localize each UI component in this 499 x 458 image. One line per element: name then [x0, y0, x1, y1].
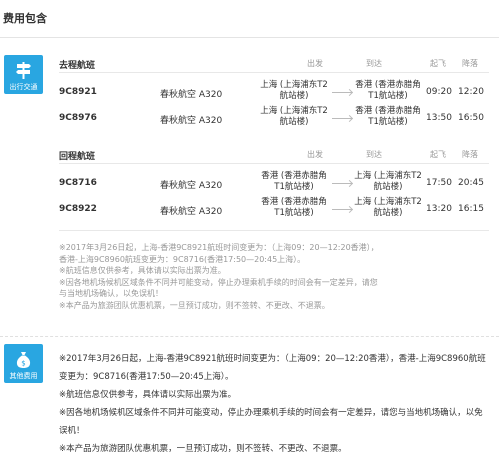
- note-line: ※本产品为旅游团队优惠机票，一旦预订成功，则不签转、不更改、不退票。: [59, 300, 330, 310]
- arrival-airport: 香港 (香港赤腊角 T1航站楼): [355, 106, 421, 127]
- airline-aircraft: 春秋航空 A320: [160, 181, 223, 191]
- return-col-takeoff: 起飞: [430, 150, 446, 159]
- other-fees-icon-badge: $ 其他费用: [4, 344, 43, 383]
- arrow-icon: [332, 209, 352, 210]
- departure-airport: 香港 (香港赤腊角 T1航站楼): [261, 197, 327, 218]
- note-line: ※2017年3月26日起，上海-香港9C8921航班时间变更为：（上海09：20…: [59, 243, 379, 252]
- outbound-col-takeoff: 起飞: [430, 59, 446, 68]
- table-bottom-rule: [59, 230, 489, 231]
- transport-label: 出行交通: [9, 83, 38, 91]
- takeoff-time: 09:20: [426, 87, 452, 97]
- note-line: ※航班信息仅供参考，具体请以实际出票为准。: [59, 266, 226, 275]
- flight-number: 9C8976: [59, 113, 97, 123]
- transport-icon-badge: 出行交通: [4, 55, 43, 94]
- airline-aircraft: 春秋航空 A320: [160, 90, 223, 100]
- signpost-icon: [16, 62, 31, 79]
- outbound-title: 去程航班: [59, 61, 96, 71]
- return-col-land: 降落: [462, 150, 478, 159]
- svg-text:$: $: [21, 360, 25, 368]
- return-col-arrive: 到达: [366, 150, 382, 159]
- airline-aircraft: 春秋航空 A320: [160, 207, 223, 217]
- outbound-header-rule: [59, 72, 489, 73]
- section-divider: [0, 336, 499, 337]
- money-bag-icon: $: [16, 352, 31, 368]
- arrival-airport: 上海 (上海浦东T2 航站楼): [354, 197, 422, 218]
- note-line: ※本产品为旅游团队优惠机票，一旦预订成功，则不签转、不更改、不退票。: [59, 444, 347, 454]
- takeoff-time: 13:50: [426, 113, 452, 123]
- arrow-icon: [332, 118, 352, 119]
- arrow-icon: [332, 92, 352, 93]
- arrival-airport: 香港 (香港赤腊角 T1航站楼): [355, 80, 421, 101]
- note-line: 香港-上海9C8960航班变更为：9C8716(香港17:50—20:45上海）…: [59, 254, 306, 264]
- departure-airport: 上海 (上海浦东T2 航站楼): [260, 80, 328, 101]
- landing-time: 12:20: [458, 87, 484, 97]
- other-fees-label: 其他费用: [9, 372, 38, 380]
- takeoff-time: 17:50: [426, 178, 452, 188]
- departure-airport: 上海 (上海浦东T2 航站楼): [260, 106, 328, 127]
- page-title: 费用包含: [3, 12, 47, 25]
- transport-notes: ※2017年3月26日起，上海-香港9C8921航班时间变更为：（上海09：20…: [59, 242, 489, 311]
- outbound-col-land: 降落: [462, 59, 478, 68]
- arrow-icon: [332, 183, 352, 184]
- flight-number: 9C8716: [59, 178, 97, 188]
- departure-airport: 香港 (香港赤腊角 T1航站楼): [261, 171, 327, 192]
- note-line: 误机！: [59, 426, 85, 436]
- note-line: ※因各地机场候机区域条件不同并可能变动，停止办理乘机手续的时间会有一定差异，请您…: [59, 408, 483, 418]
- arrival-airport: 上海 (上海浦东T2 航站楼): [354, 171, 422, 192]
- note-line: ※航班信息仅供参考，具体请以实际出票为准。: [59, 390, 237, 400]
- outbound-col-arrive: 到达: [366, 59, 382, 68]
- note-line: 变更为：9C8716(香港17:50—20:45上海）。: [59, 372, 234, 382]
- return-col-depart: 出发: [307, 150, 323, 159]
- note-line: 与当地机场确认，以免误机！: [59, 289, 163, 298]
- airline-aircraft: 春秋航空 A320: [160, 116, 223, 126]
- note-line: ※因各地机场候机区域条件不同并可能变动，停止办理乘机手续的时间会有一定差异，请您: [59, 277, 378, 287]
- other-fees-notes: ※2017年3月26日起，上海-香港9C8921航班时间变更为：（上海09：20…: [59, 350, 499, 458]
- outbound-col-depart: 出发: [307, 59, 323, 68]
- takeoff-time: 13:20: [426, 204, 452, 214]
- landing-time: 16:15: [458, 204, 484, 214]
- return-title: 回程航班: [59, 152, 96, 162]
- title-divider: [0, 37, 499, 38]
- landing-time: 20:45: [458, 178, 484, 188]
- flight-number: 9C8921: [59, 87, 97, 97]
- landing-time: 16:50: [458, 113, 484, 123]
- flight-number: 9C8922: [59, 204, 97, 214]
- return-header-rule: [59, 163, 489, 164]
- note-line: ※2017年3月26日起，上海-香港9C8921航班时间变更为：（上海09：20…: [59, 354, 486, 364]
